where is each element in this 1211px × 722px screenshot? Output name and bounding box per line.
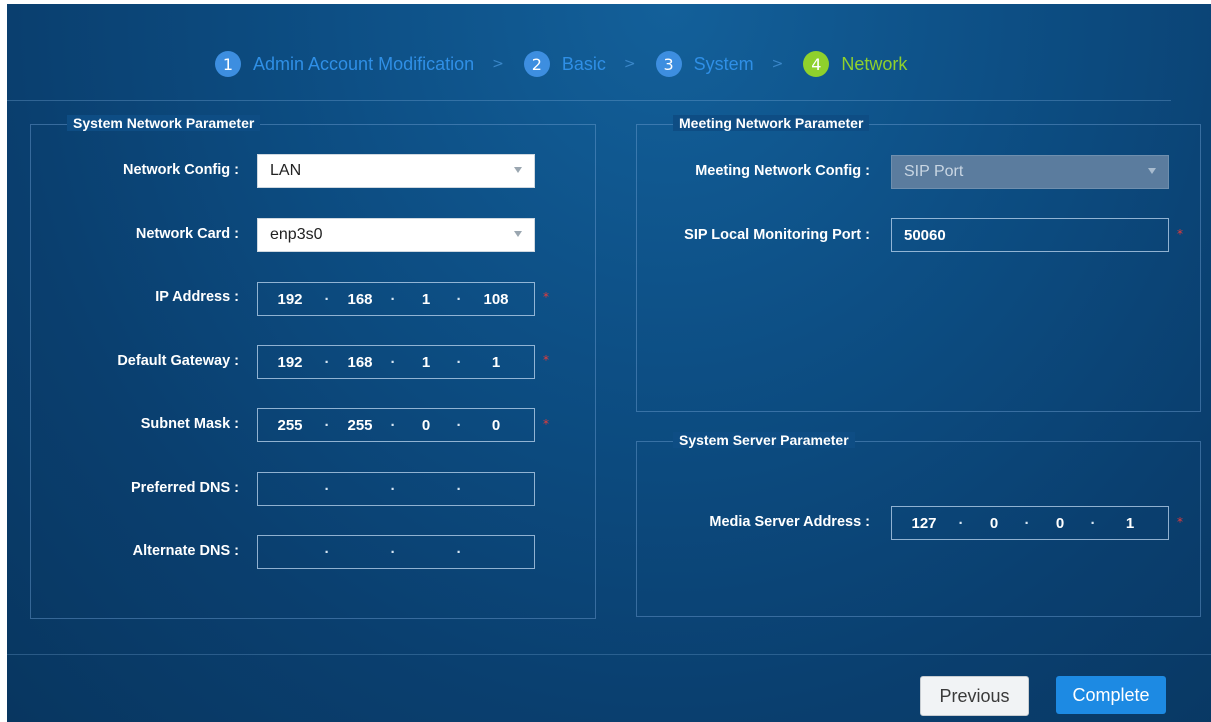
ip-octet[interactable]: 192: [258, 291, 322, 308]
preferred-dns-input[interactable]: · · ·: [257, 472, 535, 506]
preferred-dns-label: Preferred DNS :: [131, 480, 239, 496]
ip-dot: ·: [324, 290, 330, 308]
required-indicator: *: [543, 417, 549, 431]
step-label: System: [693, 53, 754, 74]
previous-button[interactable]: Previous: [920, 676, 1029, 716]
sip-port-input[interactable]: 50060: [891, 218, 1169, 252]
default-gateway-label: Default Gateway :: [117, 353, 239, 369]
step-number: 2: [523, 51, 550, 77]
panel-title: System Network Parameter: [67, 115, 261, 131]
meeting-network-config-value: SIP Port: [904, 163, 964, 180]
ip-dot: ·: [1024, 514, 1030, 532]
step-system[interactable]: 3 System: [655, 51, 754, 77]
meeting-network-config-select[interactable]: SIP Port: [891, 155, 1169, 189]
network-card-label: Network Card :: [135, 226, 239, 242]
chevron-down-icon: [514, 231, 522, 237]
network-setup-wizard: 1 Admin Account Modification > 2 Basic >…: [7, 4, 1211, 722]
header-divider: [7, 100, 1171, 101]
ip-octet[interactable]: 1: [398, 354, 454, 371]
step-separator-icon: >: [623, 56, 636, 72]
chevron-down-icon: [1148, 168, 1156, 174]
ip-octet[interactable]: 0: [464, 417, 528, 434]
ip-dot: ·: [456, 480, 462, 498]
sip-port-label: SIP Local Monitoring Port :: [684, 227, 870, 243]
ip-dot: ·: [958, 514, 964, 532]
ip-octet[interactable]: 1: [464, 354, 528, 371]
ip-dot: ·: [456, 353, 462, 371]
ip-octet[interactable]: 127: [892, 515, 956, 532]
ip-address-label: IP Address :: [155, 289, 239, 305]
ip-octet[interactable]: 1: [398, 291, 454, 308]
panel-title: Meeting Network Parameter: [673, 115, 870, 131]
default-gateway-input[interactable]: 192 · 168 · 1 · 1: [257, 345, 535, 379]
subnet-mask-input[interactable]: 255 · 255 · 0 · 0: [257, 408, 535, 442]
footer-divider: [7, 654, 1211, 655]
step-basic[interactable]: 2 Basic: [523, 51, 606, 77]
ip-address-input[interactable]: 192 · 168 · 1 · 108: [257, 282, 535, 316]
media-server-label: Media Server Address :: [709, 514, 870, 530]
ip-octet[interactable]: 255: [258, 417, 322, 434]
required-indicator: *: [1177, 515, 1183, 529]
network-card-value: enp3s0: [270, 226, 323, 243]
subnet-mask-label: Subnet Mask :: [140, 416, 239, 432]
sip-port-value: 50060: [904, 226, 946, 244]
ip-dot: ·: [456, 416, 462, 434]
alternate-dns-input[interactable]: · · ·: [257, 535, 535, 569]
ip-dot: ·: [390, 290, 396, 308]
step-number: 3: [655, 51, 682, 77]
required-indicator: *: [543, 290, 549, 304]
ip-dot: ·: [324, 543, 330, 561]
ip-dot: ·: [324, 480, 330, 498]
required-indicator: *: [1177, 227, 1183, 241]
alternate-dns-label: Alternate DNS :: [132, 543, 239, 559]
step-label: Basic: [561, 53, 606, 74]
network-config-value: LAN: [270, 162, 302, 179]
ip-octet[interactable]: 192: [258, 354, 322, 371]
chevron-down-icon: [514, 167, 522, 173]
meeting-network-config-label: Meeting Network Config :: [695, 163, 870, 179]
ip-dot: ·: [390, 480, 396, 498]
ip-dot: ·: [456, 290, 462, 308]
step-network[interactable]: 4 Network: [803, 51, 907, 77]
ip-dot: ·: [390, 416, 396, 434]
ip-octet[interactable]: 1: [1098, 515, 1162, 532]
ip-octet[interactable]: 168: [332, 291, 388, 308]
ip-octet[interactable]: 0: [966, 515, 1022, 532]
required-indicator: *: [543, 353, 549, 367]
network-config-label: Network Config :: [123, 162, 239, 178]
ip-dot: ·: [390, 353, 396, 371]
complete-button[interactable]: Complete: [1056, 676, 1166, 714]
ip-octet[interactable]: 108: [464, 291, 528, 308]
ip-dot: ·: [1090, 514, 1096, 532]
wizard-stepper: 1 Admin Account Modification > 2 Basic >…: [215, 48, 907, 80]
ip-octet[interactable]: 0: [1032, 515, 1088, 532]
step-admin-account[interactable]: 1 Admin Account Modification: [215, 51, 474, 77]
network-card-select[interactable]: enp3s0: [257, 218, 535, 252]
ip-dot: ·: [456, 543, 462, 561]
ip-octet[interactable]: 0: [398, 417, 454, 434]
step-separator-icon: >: [771, 56, 784, 72]
step-number: 4: [803, 51, 830, 77]
ip-octet[interactable]: 168: [332, 354, 388, 371]
ip-dot: ·: [324, 353, 330, 371]
panel-title: System Server Parameter: [673, 432, 855, 448]
media-server-input[interactable]: 127 · 0 · 0 · 1: [891, 506, 1169, 540]
step-separator-icon: >: [492, 56, 504, 72]
network-config-select[interactable]: LAN: [257, 154, 535, 188]
ip-dot: ·: [390, 543, 396, 561]
ip-octet[interactable]: 255: [332, 417, 388, 434]
step-label: Admin Account Modification: [253, 53, 475, 74]
ip-dot: ·: [324, 416, 330, 434]
step-number: 1: [215, 51, 241, 77]
step-label: Network: [841, 53, 908, 74]
